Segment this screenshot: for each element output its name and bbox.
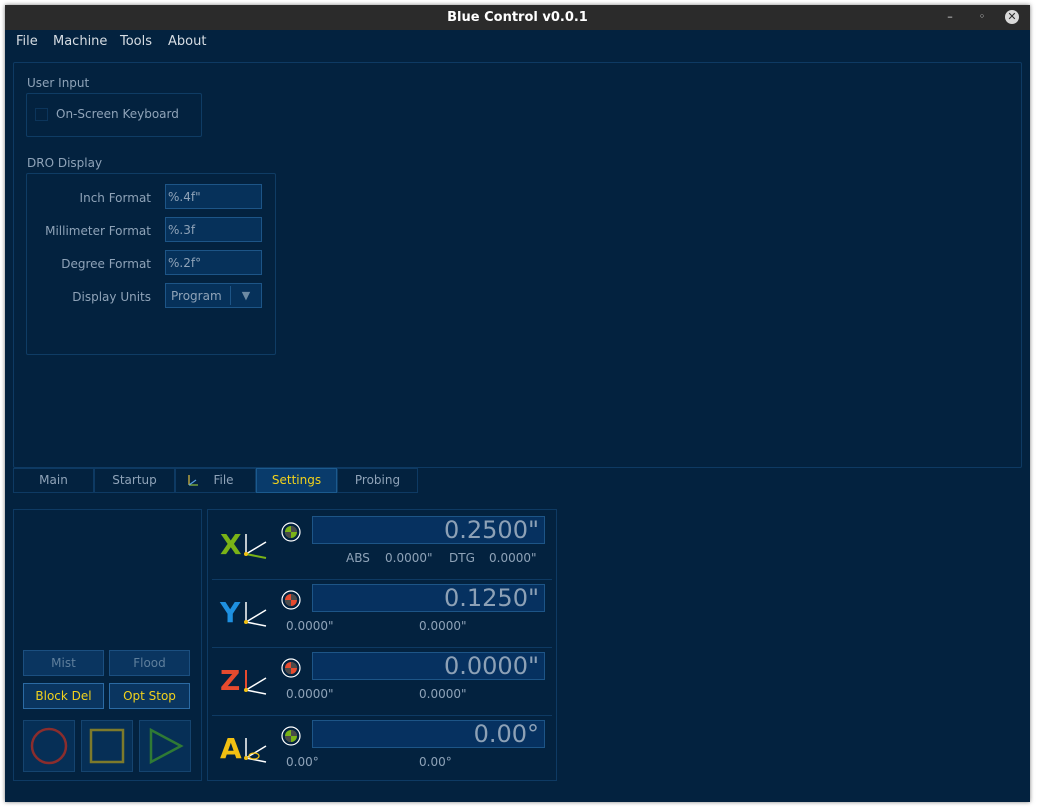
dro-row-x: X 0.2500" ABS 0.0000" DTG 0.0000"	[212, 513, 552, 580]
abs-label: ABS	[346, 551, 370, 565]
home-axis-x-icon[interactable]	[281, 522, 301, 542]
menu-tools[interactable]: Tools	[120, 34, 152, 49]
degree-format-label: Degree Format	[61, 257, 151, 271]
tab-settings[interactable]: Settings	[256, 468, 337, 493]
axis-a-icon	[244, 738, 267, 763]
play-icon	[149, 727, 184, 765]
dro-display-title: DRO Display	[27, 156, 103, 170]
tab-startup[interactable]: Startup	[94, 468, 175, 493]
menu-file[interactable]: File	[16, 34, 38, 49]
square-icon	[89, 728, 125, 764]
block-delete-button[interactable]: Block Del	[23, 683, 104, 709]
restore-icon[interactable]: ◦	[973, 8, 991, 26]
optional-stop-button[interactable]: Opt Stop	[109, 683, 190, 709]
circle-icon	[30, 727, 68, 765]
chevron-down-icon: ▼	[230, 286, 261, 305]
menu-about[interactable]: About	[168, 34, 206, 49]
mm-format-label: Millimeter Format	[45, 224, 151, 238]
dro-x-dtg: 0.0000"	[489, 551, 537, 565]
dro-x-value: 0.2500"	[312, 516, 545, 544]
user-input-title: User Input	[27, 76, 90, 90]
tab-probing[interactable]: Probing	[337, 468, 418, 493]
dro-y-dtg: 0.0000"	[419, 619, 467, 633]
dro-a-abs: 0.00°	[286, 755, 319, 769]
dro-row-a: A 0.00° 0.00° 0.00°	[212, 717, 552, 783]
dro-row-y: Y 0.1250" 0.0000" 0.0000"	[212, 581, 552, 648]
axis-letter-y: Y	[220, 596, 241, 629]
axis-x-icon	[244, 534, 267, 559]
dro-row-z: Z 0.0000" 0.0000" 0.0000"	[212, 649, 552, 716]
axis-letter-z: Z	[220, 664, 241, 697]
dro-a-value: 0.00°	[312, 720, 545, 748]
axis-z-icon	[244, 670, 267, 695]
dro-z-dtg: 0.0000"	[419, 687, 467, 701]
tab-file[interactable]: File	[175, 468, 256, 493]
dro-display-group: Inch Format %.4f" Millimeter Format %.3f…	[26, 173, 276, 355]
user-input-group: On-Screen Keyboard	[26, 93, 202, 137]
dro-panel: X 0.2500" ABS 0.0000" DTG 0.0000" Y 0.12…	[207, 509, 557, 781]
minimize-icon[interactable]: –	[941, 8, 959, 26]
app-window: Blue Control v0.0.1 – ◦ ✕ File Machine T…	[5, 5, 1030, 802]
tab-main[interactable]: Main	[13, 468, 94, 493]
axes-icon	[188, 475, 198, 486]
home-axis-z-icon[interactable]	[281, 658, 301, 678]
display-units-label: Display Units	[72, 290, 151, 304]
title-bar: Blue Control v0.0.1 – ◦ ✕	[5, 5, 1030, 30]
display-units-value: Program	[171, 289, 222, 303]
dtg-label: DTG	[449, 551, 475, 565]
control-panel: Mist Flood Block Del Opt Stop	[13, 509, 202, 781]
tab-file-label: File	[213, 473, 234, 487]
degree-format-input[interactable]: %.2f°	[165, 250, 262, 275]
home-axis-y-icon[interactable]	[281, 590, 301, 610]
estop-button[interactable]	[23, 720, 75, 772]
stop-button[interactable]	[81, 720, 133, 772]
flood-button[interactable]: Flood	[109, 650, 190, 676]
menu-bar: File Machine Tools About	[5, 30, 1030, 54]
dro-y-value: 0.1250"	[312, 584, 545, 612]
axis-letter-a: A	[220, 732, 242, 765]
run-button[interactable]	[139, 720, 191, 772]
dro-y-abs: 0.0000"	[286, 619, 334, 633]
axis-y-icon	[244, 602, 267, 627]
window-title: Blue Control v0.0.1	[447, 10, 588, 25]
menu-machine[interactable]: Machine	[53, 34, 107, 49]
keyboard-checkbox[interactable]	[35, 108, 48, 121]
mm-format-input[interactable]: %.3f	[165, 217, 262, 242]
dro-x-abs: 0.0000"	[385, 551, 433, 565]
settings-panel: User Input On-Screen Keyboard DRO Displa…	[13, 62, 1022, 468]
mist-button[interactable]: Mist	[23, 650, 104, 676]
dro-z-value: 0.0000"	[312, 652, 545, 680]
keyboard-label[interactable]: On-Screen Keyboard	[56, 107, 179, 121]
display-units-select[interactable]: Program ▼	[165, 283, 262, 308]
close-icon[interactable]: ✕	[1005, 10, 1019, 24]
dro-a-dtg: 0.00°	[419, 755, 452, 769]
inch-format-label: Inch Format	[79, 191, 151, 205]
home-axis-a-icon[interactable]	[281, 726, 301, 746]
inch-format-input[interactable]: %.4f"	[165, 184, 262, 209]
dro-z-abs: 0.0000"	[286, 687, 334, 701]
axis-letter-x: X	[220, 528, 242, 561]
